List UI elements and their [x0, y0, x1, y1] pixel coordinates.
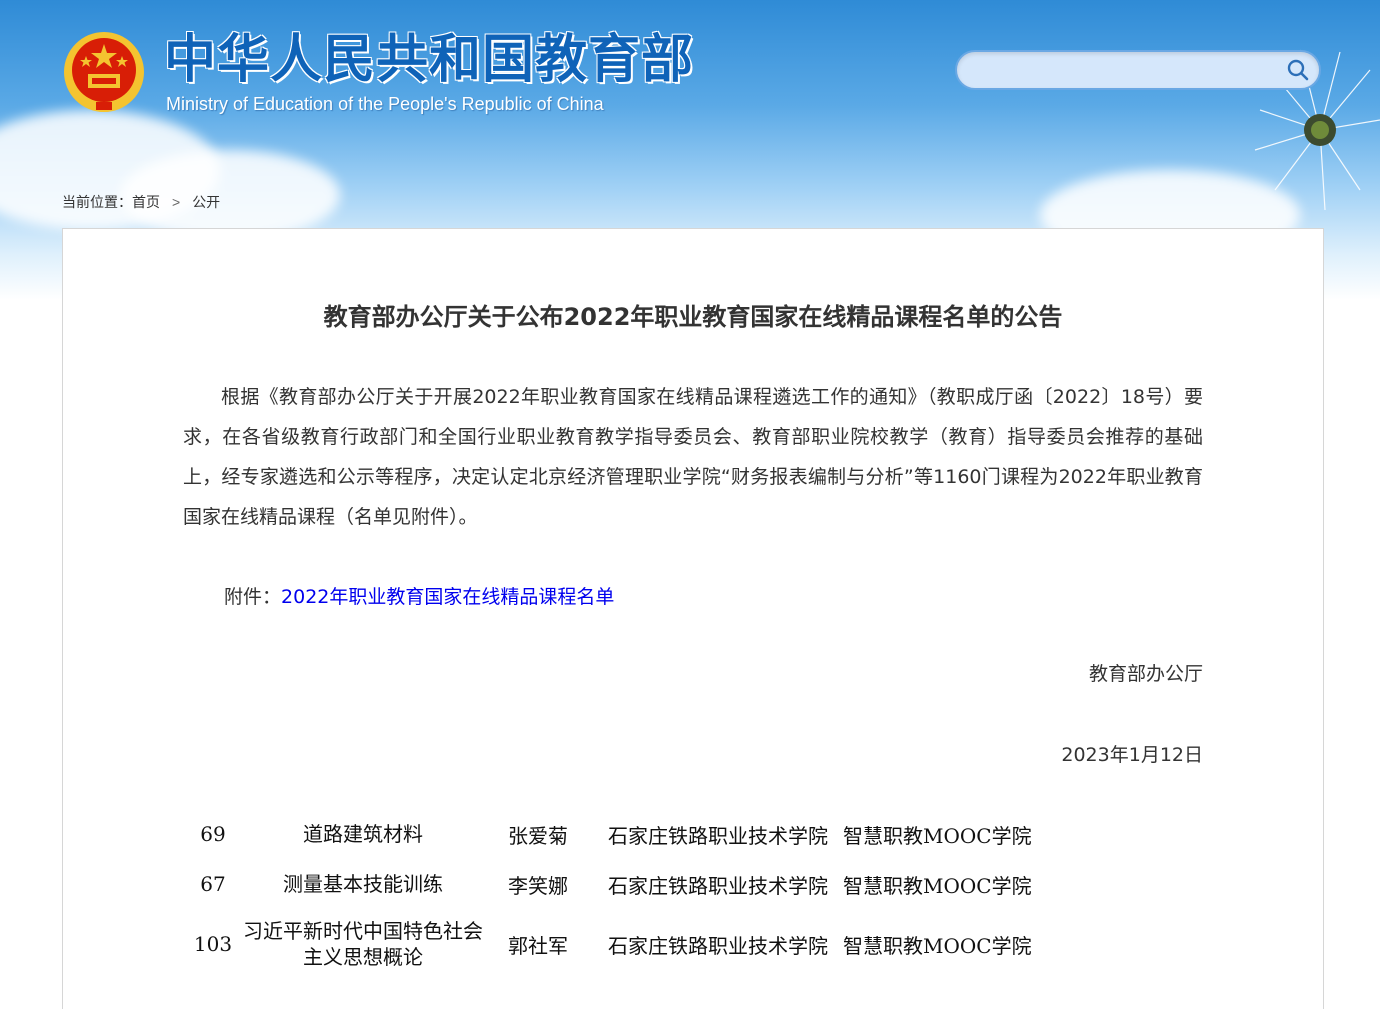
breadcrumb-public-link[interactable]: 公开 [192, 194, 220, 210]
course-name: 测量基本技能训练 [283, 872, 443, 896]
site-subtitle: Ministry of Education of the People's Re… [166, 94, 604, 114]
course-leader: 郭社军 [508, 933, 568, 958]
course-name: 道路建筑材料 [303, 822, 423, 846]
course-school: 石家庄铁路职业技术学院 [608, 873, 828, 898]
breadcrumb-label: 当前位置： [62, 194, 132, 210]
course-leader: 李笑娜 [508, 873, 568, 898]
course-platform: 智慧职教MOOC学院 [843, 933, 1032, 958]
course-number: 67 [200, 872, 226, 896]
course-list-table: 69 道路建筑材料 张爱菊 石家庄铁路职业技术学院 智慧职教MOOC学院 67 … [183, 809, 1063, 979]
course-leader: 张爱菊 [508, 823, 568, 848]
breadcrumb: 当前位置：首页 > 公开 [62, 192, 220, 212]
attachment-line: 附件：2022年职业教育国家在线精品课程名单 [224, 577, 614, 617]
article-container: 教育部办公厅关于公布2022年职业教育国家在线精品课程名单的公告 根据《教育部办… [62, 228, 1324, 1009]
article-signer: 教育部办公厅 [1088, 663, 1203, 685]
search-input[interactable] [971, 58, 1275, 84]
breadcrumb-home-link[interactable]: 首页 [132, 194, 160, 210]
course-platform: 智慧职教MOOC学院 [843, 823, 1032, 848]
breadcrumb-separator-icon: > [172, 194, 181, 210]
attachment-label: 附件： [224, 586, 282, 608]
attachment-link[interactable]: 2022年职业教育国家在线精品课程名单 [281, 586, 614, 608]
site-title: 中华人民共和国教育部 [164, 29, 695, 90]
course-name: 习近平新时代中国特色社会主义思想概论 [243, 919, 483, 969]
course-school: 石家庄铁路职业技术学院 [608, 823, 828, 848]
table-row: 103 习近平新时代中国特色社会主义思想概论 郭社军 石家庄铁路职业技术学院 智… [183, 909, 1063, 979]
article-body: 根据《教育部办公厅关于开展2022年职业教育国家在线精品课程遴选工作的通知》（教… [183, 386, 1203, 528]
table-row: 67 测量基本技能训练 李笑娜 石家庄铁路职业技术学院 智慧职教MOOC学院 [183, 859, 1063, 909]
table-row: 69 道路建筑材料 张爱菊 石家庄铁路职业技术学院 智慧职教MOOC学院 [183, 809, 1063, 859]
search-box [955, 50, 1321, 90]
course-school: 石家庄铁路职业技术学院 [608, 933, 828, 958]
article-date: 2023年1月12日 [1061, 744, 1203, 766]
search-icon[interactable] [1285, 57, 1311, 83]
article-title: 教育部办公厅关于公布2022年职业教育国家在线精品课程名单的公告 [323, 303, 1063, 331]
course-number: 69 [200, 822, 226, 846]
course-number: 103 [193, 932, 233, 956]
course-platform: 智慧职教MOOC学院 [843, 873, 1032, 898]
national-emblem-icon [64, 32, 144, 112]
